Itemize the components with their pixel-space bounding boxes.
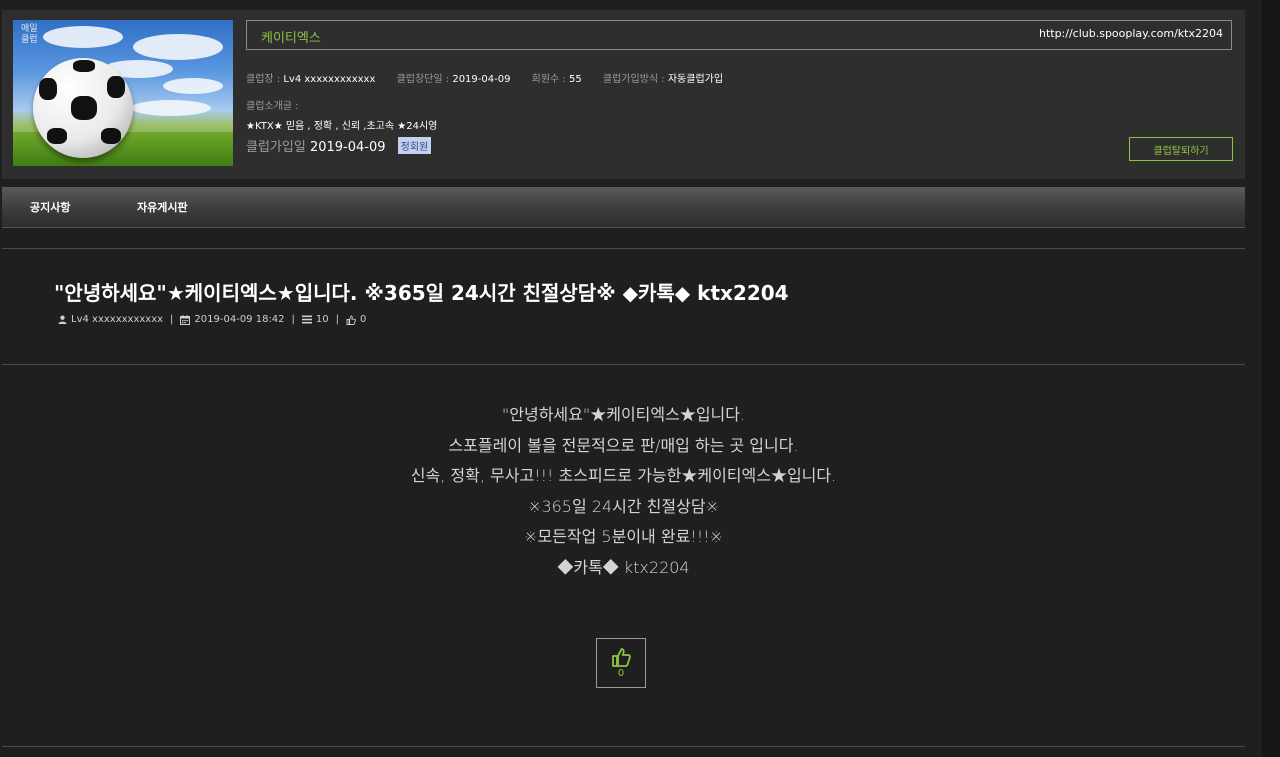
nav-item-free-board[interactable]: 자유게시판 — [137, 199, 188, 215]
owner-value: Lv4 xxxxxxxxxxxx — [283, 74, 376, 85]
nav-item-notice[interactable]: 공지사항 — [30, 199, 70, 215]
leave-club-button[interactable]: 클럽탈퇴하기 — [1129, 137, 1233, 161]
intro-text: ★KTX★ 믿음 , 정확 , 신뢰 ,초고속 ★24시영 — [246, 121, 438, 132]
join-method-value: 자동클럽가입 — [667, 74, 724, 85]
post-body-line: ◆카톡◆ ktx2204 — [557, 557, 690, 577]
post-likes: 0 — [360, 314, 367, 325]
scrollbar-gutter[interactable] — [1262, 0, 1280, 757]
founded-label: 클럽창단일 : — [396, 74, 450, 85]
user-icon — [58, 315, 67, 324]
board-nav: 공지사항 자유게시판 — [2, 187, 1245, 228]
post-datetime: 2019-04-09 18:42 — [194, 314, 285, 325]
calendar-icon — [180, 314, 191, 325]
post-body-line: ※365일 24시간 친절상담※ — [528, 496, 719, 516]
post-body-line: "안녕하세요"★케이티엑스★입니다. — [501, 405, 746, 424]
join-date-label: 클럽가입일 — [246, 140, 306, 155]
divider — [2, 364, 1245, 365]
club-name[interactable]: 케이티엑스 — [261, 27, 321, 46]
post-body: "안녕하세요"★케이티엑스★입니다. 스포플레이 볼을 전문적으로 판/매입 하… — [2, 400, 1245, 583]
owner-label: 클럽장 : — [246, 74, 281, 85]
thumbs-up-icon — [612, 648, 631, 667]
post-meta: Lv4 xxxxxxxxxxxx | 2019-04-09 18:42 | 10… — [58, 314, 366, 325]
post-author[interactable]: Lv4 xxxxxxxxxxxx — [71, 314, 163, 325]
post-body-line: ※모든작업 5분이내 완료!!!※ — [524, 527, 723, 546]
club-url[interactable]: http://club.spooplay.com/ktx2204 — [1039, 27, 1223, 40]
join-method-label: 클럽가입방식 : — [602, 74, 665, 85]
like-button[interactable]: 0 — [596, 638, 646, 688]
intro-label: 클럽소개글 : — [246, 101, 299, 112]
club-name-box: 케이티엑스 http://club.spooplay.com/ktx2204 — [246, 20, 1232, 50]
list-icon — [301, 315, 312, 324]
post-body-line: 신속, 정확, 무사고!!! 초스피드로 가능한★케이티엑스★입니다. — [410, 466, 837, 485]
join-date-row: 클럽가입일 2019-04-09 정회원 — [246, 136, 432, 155]
club-meta-row: 클럽장 : Lv4 xxxxxxxxxxxx 클럽창단일 : 2019-04-0… — [246, 70, 741, 85]
post-title: "안녕하세요"★케이티엑스★입니다. ※365일 24시간 친절상담※ ◆카톡◆… — [54, 281, 789, 305]
like-count: 0 — [617, 668, 625, 679]
divider — [2, 746, 1245, 747]
club-image: 매일 클럽 — [13, 20, 233, 166]
join-date-value: 2019-04-09 — [309, 140, 386, 155]
post-body-line: 스포플레이 볼을 전문적으로 판/매입 하는 곳 입니다. — [448, 435, 799, 455]
post-views: 10 — [315, 314, 329, 325]
members-value: 55 — [568, 74, 582, 85]
club-image-caption: 매일 클럽 — [21, 24, 38, 45]
member-grade-badge: 정회원 — [397, 137, 432, 154]
members-label: 회원수 : — [531, 74, 566, 85]
divider — [2, 248, 1245, 249]
club-header: 매일 클럽 케이티엑스 http://club.spooplay.com/ktx… — [2, 10, 1245, 179]
founded-value: 2019-04-09 — [452, 74, 511, 85]
thumbs-up-icon — [346, 315, 356, 325]
